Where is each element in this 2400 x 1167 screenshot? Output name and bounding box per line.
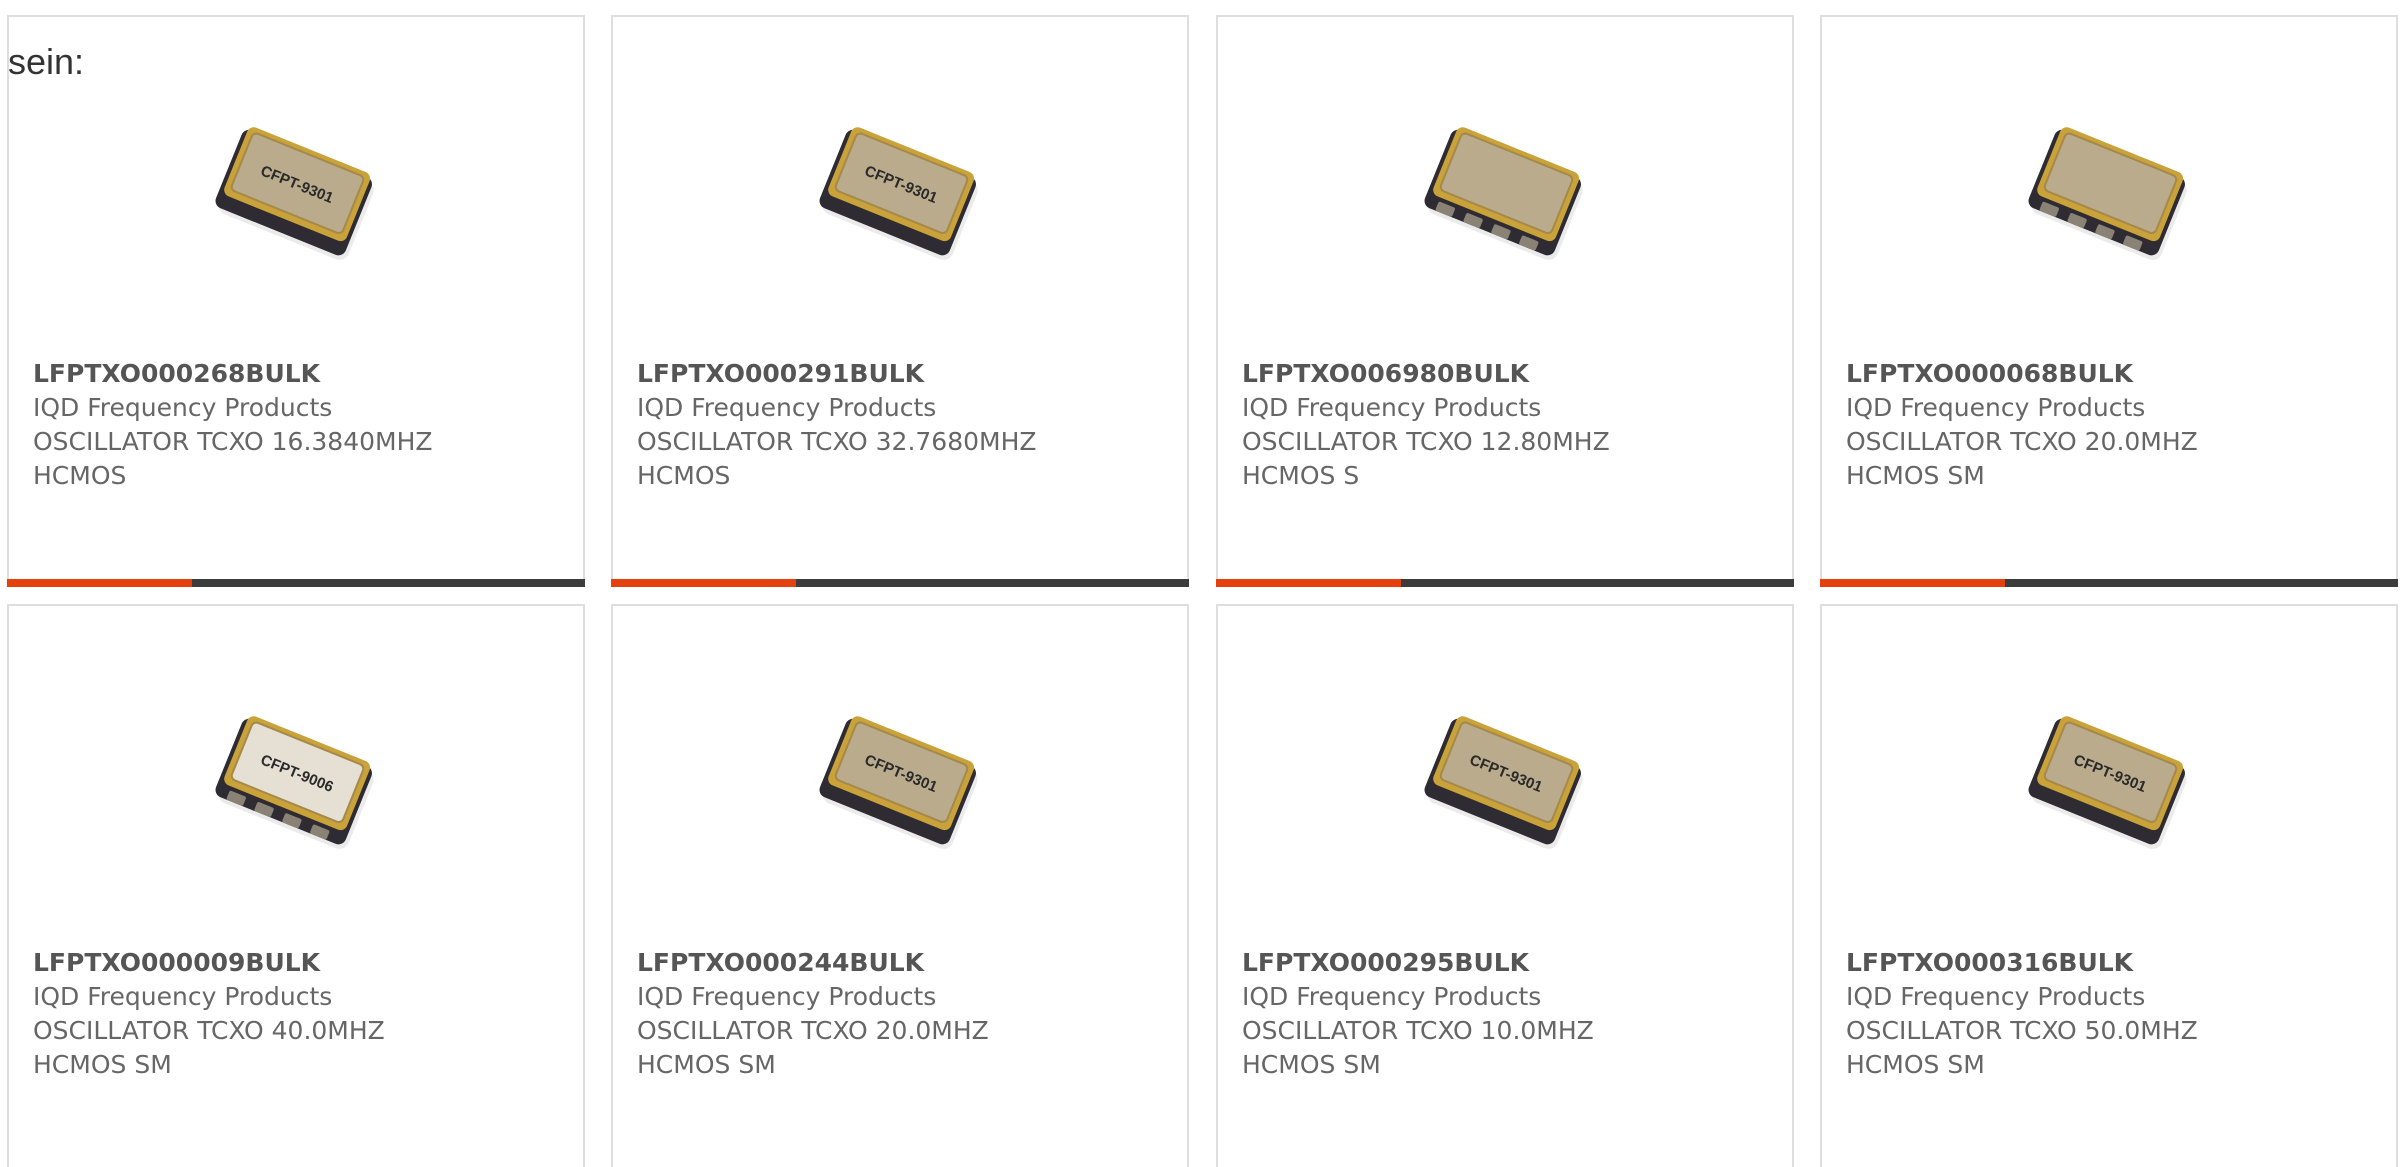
manufacturer: IQD Frequency Products [33,393,333,422]
part-number-link[interactable]: LFPTXO000009BULK [33,946,563,980]
product-info: LFPTXO006980BULK IQD Frequency Products … [1242,357,1772,493]
progress-fill [7,579,192,587]
part-number-link[interactable]: LFPTXO000068BULK [1846,357,2376,391]
product-info: LFPTXO000316BULK IQD Frequency Products … [1846,946,2376,1082]
product-info: LFPTXO000268BULK IQD Frequency Products … [33,357,563,493]
description-line: OSCILLATOR TCXO 10.0MHZ [1242,1016,1594,1045]
product-info: LFPTXO000068BULK IQD Frequency Products … [1846,357,2376,493]
product-card[interactable]: LFPTXO006980BULK IQD Frequency Products … [1216,15,1794,587]
manufacturer: IQD Frequency Products [1846,393,2146,422]
product-card[interactable]: CFPT-9301 LFPTXO000291BULK IQD Frequency… [611,15,1189,587]
product-info: LFPTXO000009BULK IQD Frequency Products … [33,946,563,1082]
manufacturer: IQD Frequency Products [1242,982,1542,1011]
progress-fill [1820,579,2005,587]
description-line: OSCILLATOR TCXO 20.0MHZ [1846,427,2198,456]
description-line: OSCILLATOR TCXO 20.0MHZ [637,1016,989,1045]
progress-bar [7,579,585,587]
oscillator-chip-icon: CFPT-9301 [215,127,374,260]
description-line: HCMOS SM [1242,1050,1381,1079]
product-image[interactable] [2009,87,2209,287]
product-info: LFPTXO000244BULK IQD Frequency Products … [637,946,1167,1082]
description-line: OSCILLATOR TCXO 16.3840MHZ [33,427,433,456]
part-number-link[interactable]: LFPTXO000295BULK [1242,946,1772,980]
description-line: HCMOS SM [1846,1050,1985,1079]
product-card[interactable]: CFPT-9301 LFPTXO000316BULK IQD Frequency… [1820,604,2398,1167]
product-image[interactable]: CFPT-9006 [196,676,396,876]
product-info: LFPTXO000295BULK IQD Frequency Products … [1242,946,1772,1082]
part-number-link[interactable]: LFPTXO000244BULK [637,946,1167,980]
manufacturer: IQD Frequency Products [637,982,937,1011]
description-line: OSCILLATOR TCXO 32.7680MHZ [637,427,1037,456]
part-number-link[interactable]: LFPTXO006980BULK [1242,357,1772,391]
oscillator-chip-icon [1424,127,1583,260]
description-line: OSCILLATOR TCXO 50.0MHZ [1846,1016,2198,1045]
product-card[interactable]: CFPT-9301 LFPTXO000268BULK IQD Frequency… [7,15,585,587]
product-image[interactable]: CFPT-9301 [800,676,1000,876]
product-card[interactable]: CFPT-9301 LFPTXO000295BULK IQD Frequency… [1216,604,1794,1167]
product-image[interactable] [1405,87,1605,287]
oscillator-chip-icon: CFPT-9006 [215,716,374,849]
intro-text: sein: [8,41,85,82]
product-card[interactable]: LFPTXO000068BULK IQD Frequency Products … [1820,15,2398,587]
description-line: HCMOS [637,461,731,490]
part-number-link[interactable]: LFPTXO000316BULK [1846,946,2376,980]
progress-bar [611,579,1189,587]
product-card[interactable]: CFPT-9301 LFPTXO000244BULK IQD Frequency… [611,604,1189,1167]
product-image[interactable]: CFPT-9301 [196,87,396,287]
description-line: HCMOS SM [1846,461,1985,490]
oscillator-chip-icon: CFPT-9301 [1424,716,1583,849]
description-line: HCMOS [33,461,127,490]
progress-fill [1216,579,1401,587]
part-number-link[interactable]: LFPTXO000291BULK [637,357,1167,391]
description-line: OSCILLATOR TCXO 12.80MHZ [1242,427,1610,456]
product-image[interactable]: CFPT-9301 [1405,676,1605,876]
description-line: OSCILLATOR TCXO 40.0MHZ [33,1016,385,1045]
manufacturer: IQD Frequency Products [637,393,937,422]
product-card[interactable]: CFPT-9006 LFPTXO000009BULK IQD Frequency… [7,604,585,1167]
part-number-link[interactable]: LFPTXO000268BULK [33,357,563,391]
oscillator-chip-icon [2028,127,2187,260]
progress-bar [1820,579,2398,587]
manufacturer: IQD Frequency Products [1846,982,2146,1011]
product-grid-page: sein: CFPT-9301 LFPTXO000268BULK IQD Fre… [0,0,2400,1167]
oscillator-chip-icon: CFPT-9301 [819,127,978,260]
product-info: LFPTXO000291BULK IQD Frequency Products … [637,357,1167,493]
progress-bar [1216,579,1794,587]
oscillator-chip-icon: CFPT-9301 [819,716,978,849]
manufacturer: IQD Frequency Products [33,982,333,1011]
description-line: HCMOS SM [637,1050,776,1079]
product-image[interactable]: CFPT-9301 [800,87,1000,287]
oscillator-chip-icon: CFPT-9301 [2028,716,2187,849]
description-line: HCMOS SM [33,1050,172,1079]
progress-fill [611,579,796,587]
description-line: HCMOS S [1242,461,1360,490]
product-image[interactable]: CFPT-9301 [2009,676,2209,876]
manufacturer: IQD Frequency Products [1242,393,1542,422]
